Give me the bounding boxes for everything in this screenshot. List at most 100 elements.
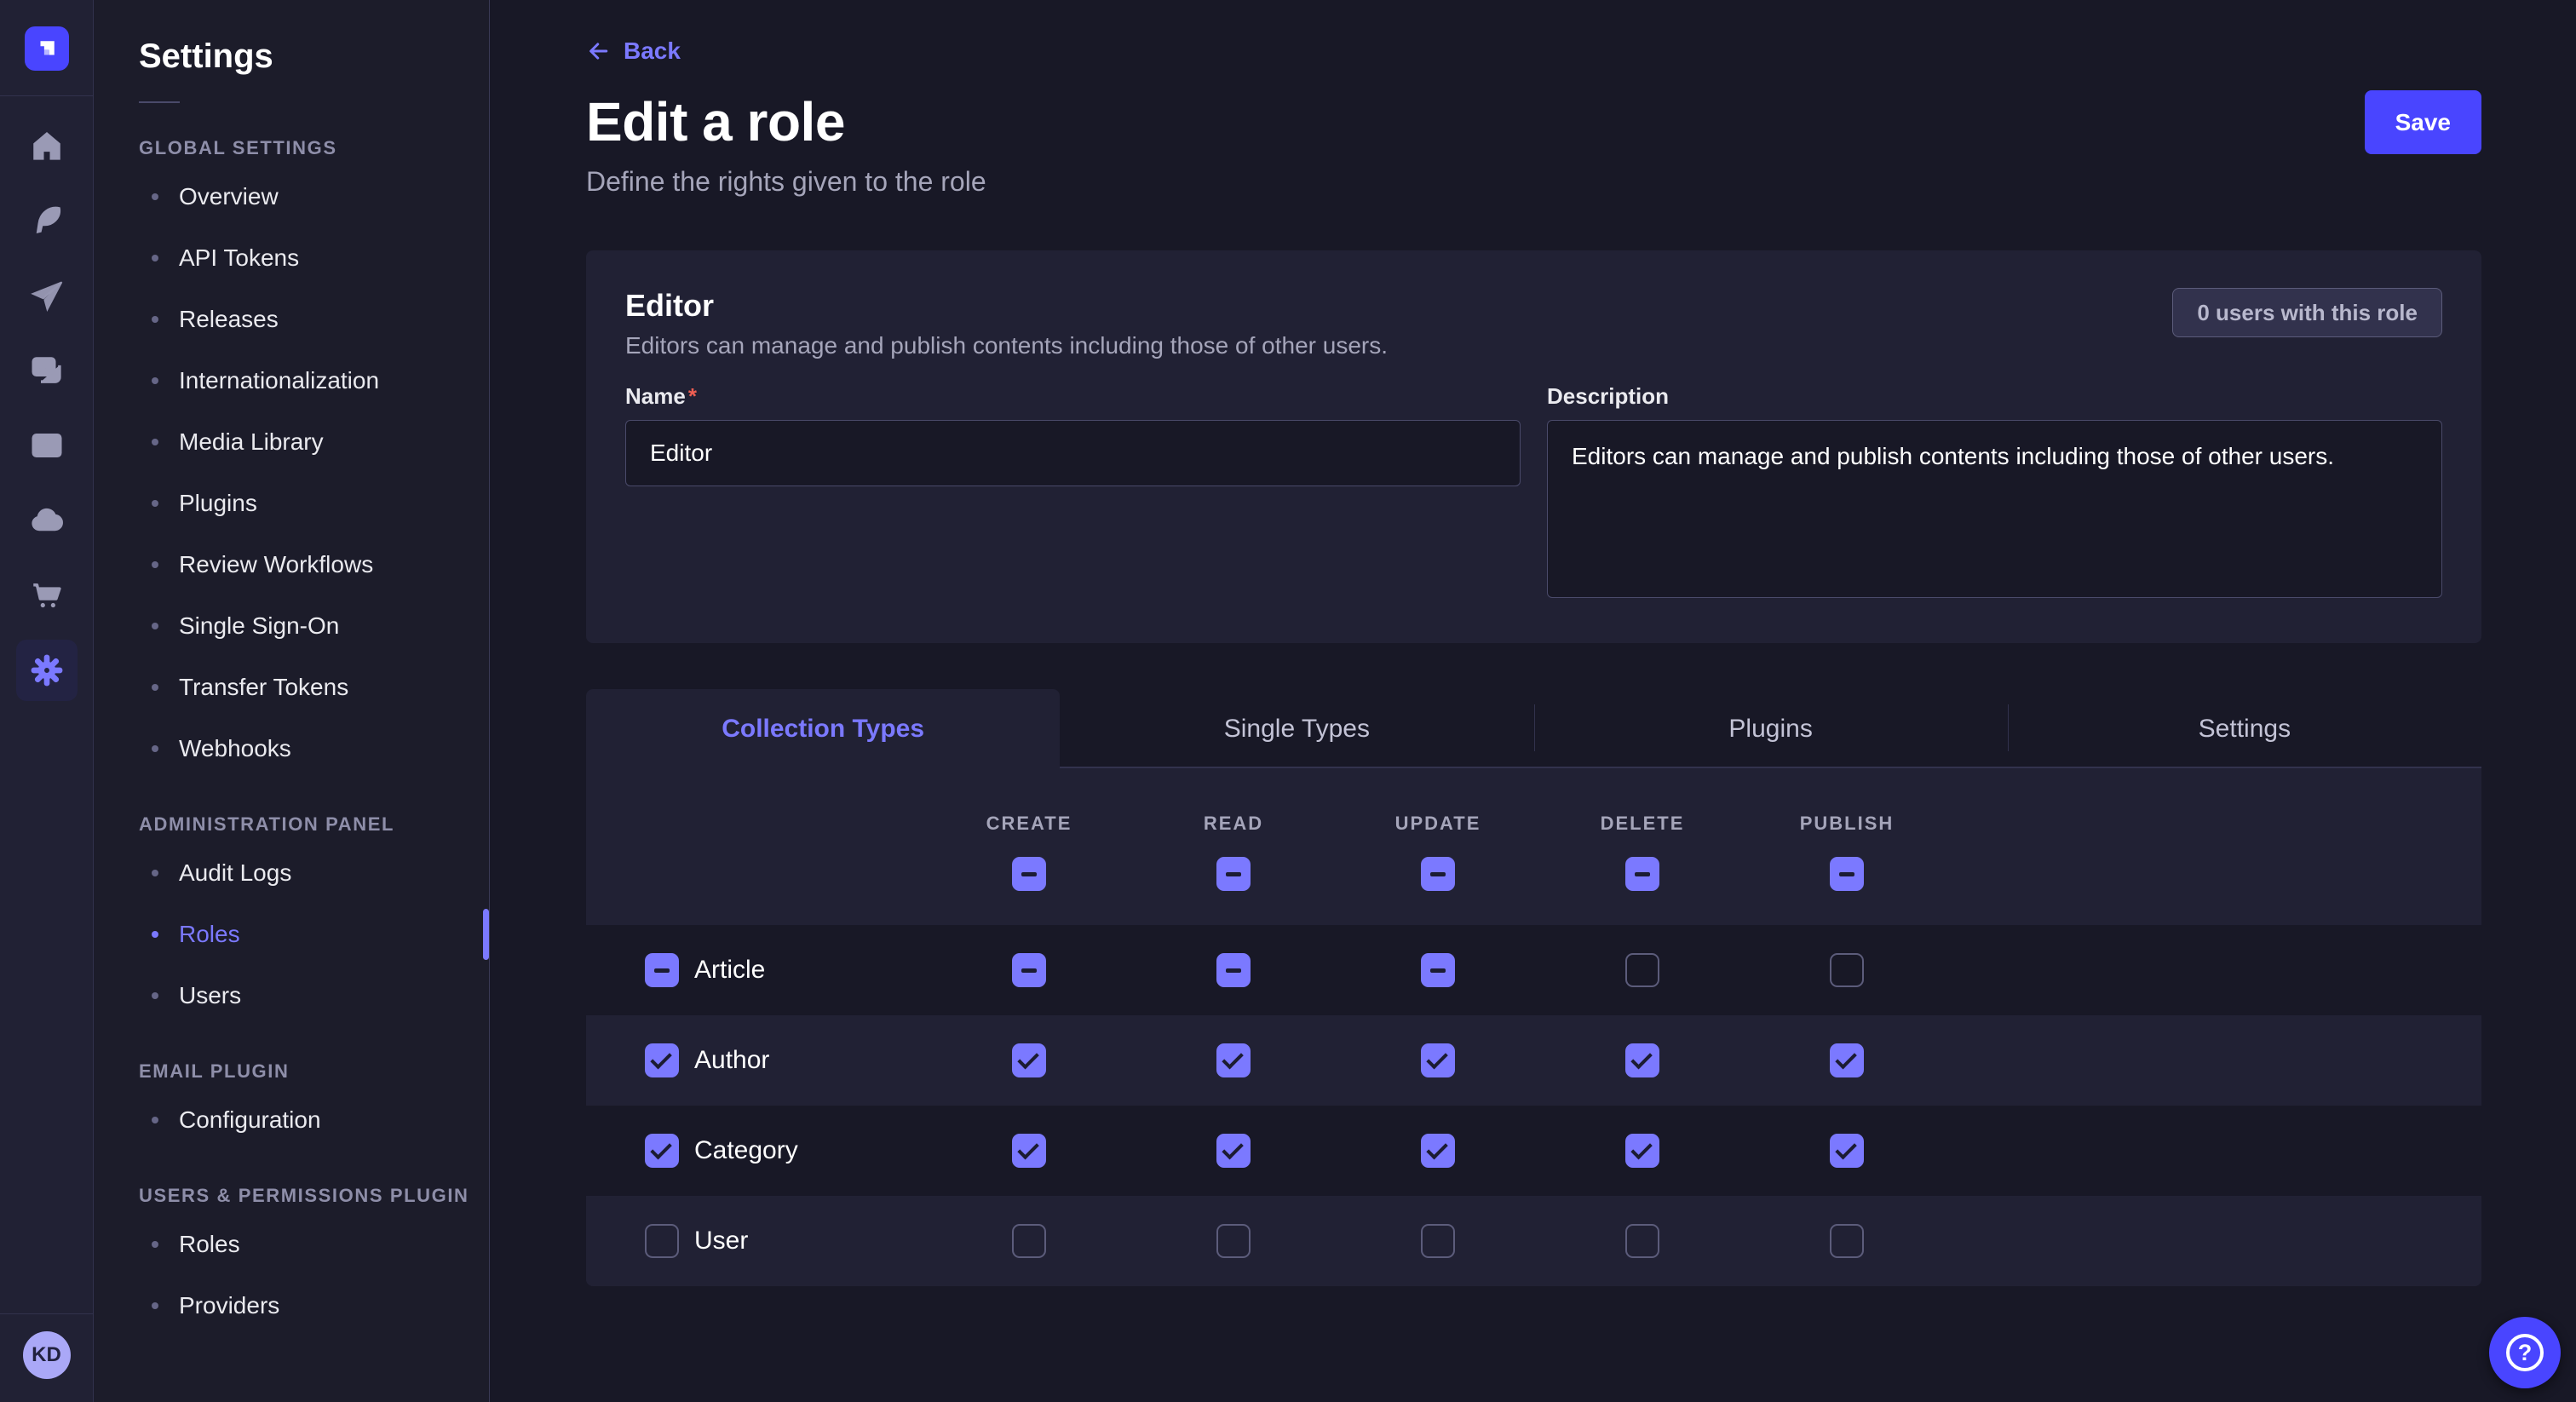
strapi-logo-glyph [34,36,60,61]
permission-checkbox-category-delete[interactable] [1625,1134,1659,1168]
permission-checkbox-user-read[interactable] [1216,1224,1251,1258]
permission-checkbox-category-update[interactable] [1421,1134,1455,1168]
permission-checkbox-user-create[interactable] [1012,1224,1046,1258]
permission-checkbox-author-publish[interactable] [1830,1043,1864,1077]
subnav-item-single-sign-on[interactable]: Single Sign-On [94,595,489,657]
permission-checkbox-user-publish[interactable] [1830,1224,1864,1258]
row-select-checkbox-category[interactable] [645,1134,679,1168]
select-all-create-checkbox[interactable] [1012,857,1046,891]
permission-checkbox-article-delete[interactable] [1625,953,1659,987]
subnav-title-rule [139,101,180,103]
select-all-update-checkbox[interactable] [1421,857,1455,891]
tab-collection-types[interactable]: Collection Types [586,689,1060,768]
permission-checkbox-author-update[interactable] [1421,1043,1455,1077]
user-avatar[interactable]: KD [23,1331,71,1379]
permission-checkbox-article-publish[interactable] [1830,953,1864,987]
settings-gear-icon[interactable] [16,640,78,701]
help-button[interactable]: ? [2489,1317,2561,1388]
permission-checkbox-user-update[interactable] [1421,1224,1455,1258]
cart-icon[interactable] [20,568,74,623]
permissions-tabs: Collection TypesSingle TypesPluginsSetti… [586,689,2481,768]
layout-icon[interactable] [20,418,74,473]
subnav-item-label: Roles [179,921,240,948]
subnav-item-review-workflows[interactable]: Review Workflows [94,534,489,595]
description-textarea[interactable]: Editors can manage and publish contents … [1547,420,2442,598]
subnav-item-configuration[interactable]: Configuration [94,1089,489,1151]
tab-plugins[interactable]: Plugins [1534,689,2008,768]
send-icon[interactable] [20,268,74,323]
subnav-item-label: Media Library [179,428,324,456]
bullet-icon [152,439,158,445]
subnav-item-label: Roles [179,1231,240,1258]
row-select-checkbox-user[interactable] [645,1224,679,1258]
bullet-icon [152,931,158,938]
subnav-item-label: Releases [179,306,279,333]
row-select-checkbox-author[interactable] [645,1043,679,1077]
bullet-icon [152,684,158,691]
content-type-label: Author [694,1046,769,1075]
subnav-section-administration-panel: ADMINISTRATION PANEL [94,813,489,836]
permission-checkbox-article-update[interactable] [1421,953,1455,987]
permission-checkbox-category-create[interactable] [1012,1134,1046,1168]
back-link[interactable]: Back [586,37,681,65]
bullet-icon [152,316,158,323]
tab-settings[interactable]: Settings [2008,689,2481,768]
permission-checkbox-user-delete[interactable] [1625,1224,1659,1258]
subnav-item-transfer-tokens[interactable]: Transfer Tokens [94,657,489,718]
settings-subnav: Settings GLOBAL SETTINGSOverviewAPI Toke… [94,0,490,1402]
subnav-item-releases[interactable]: Releases [94,289,489,350]
strapi-logo[interactable] [25,26,69,71]
description-field-group: Description Editors can manage and publi… [1547,383,2442,602]
media-images-icon[interactable] [20,343,74,398]
cloud-icon[interactable] [20,493,74,548]
subnav-item-webhooks[interactable]: Webhooks [94,718,489,779]
subnav-item-providers[interactable]: Providers [94,1275,489,1336]
bullet-icon [152,193,158,200]
subnav-item-label: Webhooks [179,735,291,762]
name-input[interactable] [625,420,1521,486]
permission-checkbox-author-read[interactable] [1216,1043,1251,1077]
subnav-item-label: Transfer Tokens [179,674,348,701]
app-root: KD Settings GLOBAL SETTINGSOverviewAPI T… [0,0,2576,1402]
subnav-item-users[interactable]: Users [94,965,489,1026]
select-all-delete-checkbox[interactable] [1625,857,1659,891]
subnav-item-roles[interactable]: Roles [94,904,489,965]
subnav-item-label: API Tokens [179,244,299,272]
subnav-item-roles[interactable]: Roles [94,1214,489,1275]
subnav-item-media-library[interactable]: Media Library [94,411,489,473]
home-icon[interactable] [20,118,74,173]
permission-checkbox-article-read[interactable] [1216,953,1251,987]
bullet-icon [152,623,158,629]
column-header-create: CREATE [927,813,1131,835]
row-select-checkbox-article[interactable] [645,953,679,987]
role-card-title: Editor [625,288,2442,324]
select-all-publish-checkbox[interactable] [1830,857,1864,891]
back-label: Back [624,37,681,65]
subnav-section-email-plugin: EMAIL PLUGIN [94,1060,489,1083]
column-header-read: READ [1131,813,1336,835]
subnav-item-internationalization[interactable]: Internationalization [94,350,489,411]
rail-divider [0,95,94,96]
tab-single-types[interactable]: Single Types [1060,689,1533,768]
permission-checkbox-category-read[interactable] [1216,1134,1251,1168]
subnav-item-overview[interactable]: Overview [94,166,489,227]
bullet-icon [152,377,158,384]
bullet-icon [152,870,158,876]
bullet-icon [152,561,158,568]
select-all-read-checkbox[interactable] [1216,857,1251,891]
subnav-item-plugins[interactable]: Plugins [94,473,489,534]
save-button[interactable]: Save [2365,90,2481,154]
permission-checkbox-author-delete[interactable] [1625,1043,1659,1077]
bullet-icon [152,1302,158,1309]
subnav-item-label: Providers [179,1292,279,1319]
permissions-table-header: CREATEREADUPDATEDELETEPUBLISH [586,768,2481,925]
permission-checkbox-article-create[interactable] [1012,953,1046,987]
bullet-icon [152,500,158,507]
feather-icon[interactable] [20,193,74,248]
role-details-card: Editor Editors can manage and publish co… [586,250,2481,643]
subnav-item-api-tokens[interactable]: API Tokens [94,227,489,289]
subnav-item-audit-logs[interactable]: Audit Logs [94,842,489,904]
permission-checkbox-author-create[interactable] [1012,1043,1046,1077]
users-with-role-badge[interactable]: 0 users with this role [2172,288,2442,337]
permission-checkbox-category-publish[interactable] [1830,1134,1864,1168]
